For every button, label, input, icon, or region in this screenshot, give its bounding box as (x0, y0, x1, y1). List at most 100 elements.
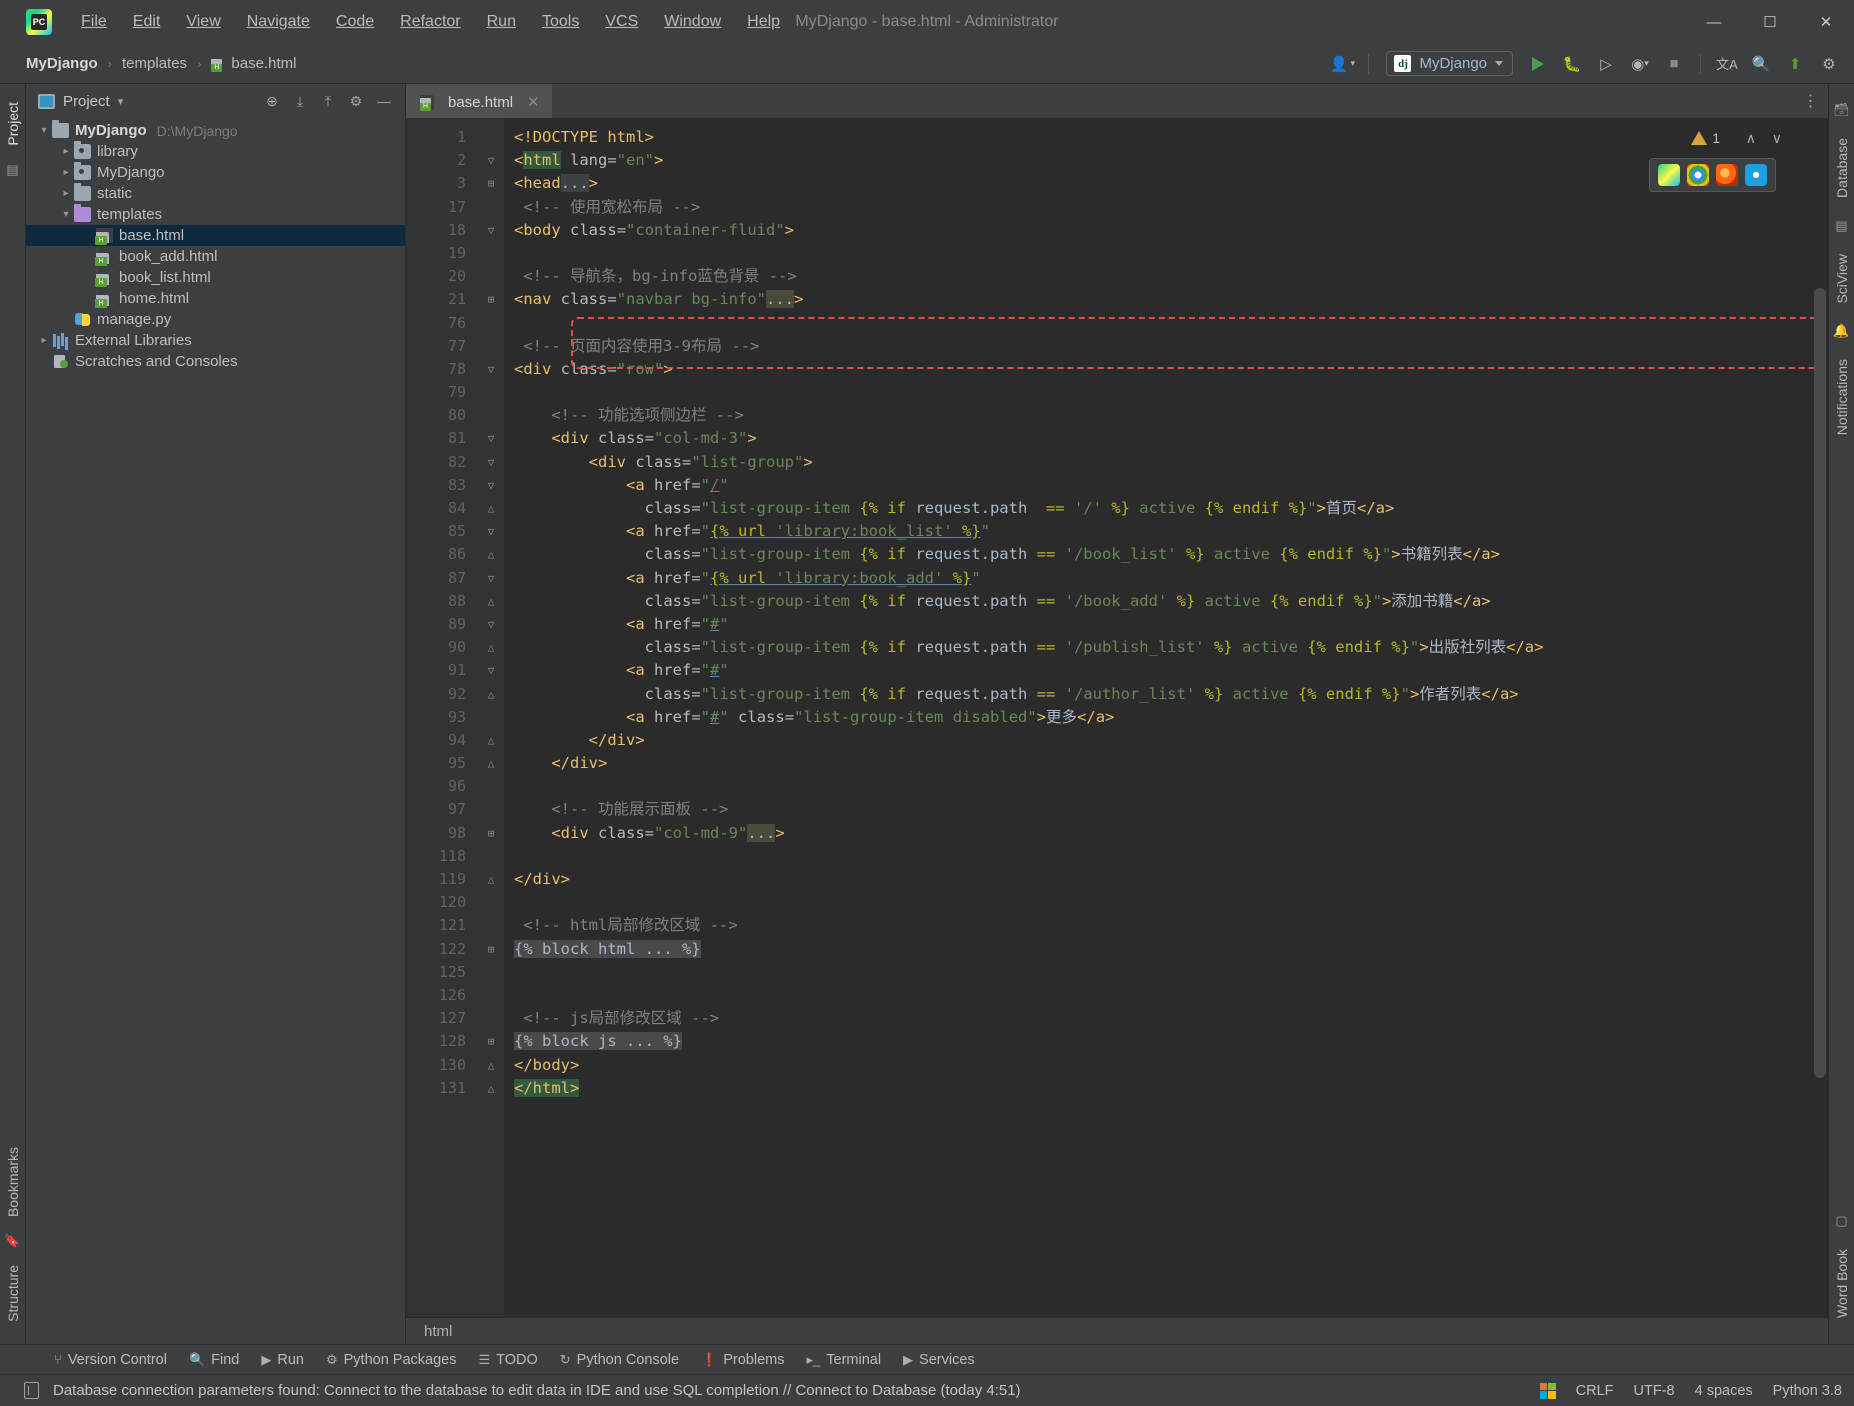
fold-toggle-icon[interactable]: ⊞ (478, 822, 504, 845)
editor-tabs-menu-icon[interactable]: ⋮ (1794, 84, 1828, 118)
code-line[interactable] (504, 845, 1828, 868)
breadcrumb-project[interactable]: MyDjango (22, 53, 102, 74)
menu-bar[interactable]: File Edit View Navigate Code Refactor Ru… (68, 9, 793, 35)
tool-tab-database[interactable]: Database (1830, 130, 1854, 206)
chevron-closed-icon[interactable] (58, 146, 74, 157)
tree-item-mydjango[interactable]: MyDjango D:\MyDjango (26, 120, 405, 141)
menu-file[interactable]: File (68, 9, 120, 35)
code-line[interactable]: <div class="row"> (504, 358, 1828, 381)
collapse-all-icon[interactable]: ⤒ (315, 89, 341, 113)
firefox-icon[interactable] (1716, 164, 1738, 186)
fold-toggle-icon[interactable]: ⊞ (478, 938, 504, 961)
code-line[interactable]: <a href="{% url 'library:book_add' %}" (504, 567, 1828, 590)
code-line[interactable]: <!-- 页面内容使用3-9布局 --> (504, 335, 1828, 358)
code-line[interactable]: <a href="/" (504, 474, 1828, 497)
code-line[interactable] (504, 961, 1828, 984)
tool-window-problems[interactable]: ❗ Problems (693, 1349, 792, 1371)
tool-window-find[interactable]: 🔍 Find (181, 1349, 247, 1371)
fold-toggle-icon[interactable]: ▽ (478, 219, 504, 242)
encoding-status[interactable]: UTF-8 (1634, 1383, 1675, 1399)
code-line[interactable]: {% block html ... %} (504, 938, 1828, 961)
code-line[interactable]: class="list-group-item {% if request.pat… (504, 683, 1828, 706)
coverage-button[interactable]: ▷ (1591, 50, 1621, 78)
code-line[interactable]: class="list-group-item {% if request.pat… (504, 636, 1828, 659)
updates-icon[interactable]: ⬆ (1780, 50, 1810, 78)
tool-tab-notifications[interactable]: Notifications (1830, 351, 1854, 443)
translate-icon[interactable]: 文A (1712, 50, 1742, 78)
code-line[interactable]: </html> (504, 1077, 1828, 1100)
menu-window[interactable]: Window (651, 9, 734, 35)
database-icon[interactable]: 🗃 (1833, 102, 1850, 118)
menu-run[interactable]: Run (474, 9, 529, 35)
tool-window-version-control[interactable]: ⑂ Version Control (46, 1349, 175, 1371)
code-line[interactable]: <nav class="navbar bg-info"...> (504, 288, 1828, 311)
fold-toggle-icon[interactable]: △ (478, 729, 504, 752)
code-line[interactable]: <body class="container-fluid"> (504, 219, 1828, 242)
code-line[interactable]: <!-- 使用宽松布局 --> (504, 196, 1828, 219)
tool-tab-sciview[interactable]: SciView (1830, 246, 1854, 312)
menu-help[interactable]: Help (734, 9, 793, 35)
menu-edit[interactable]: Edit (120, 9, 174, 35)
indent-status[interactable]: 4 spaces (1695, 1383, 1753, 1399)
run-configuration-selector[interactable]: dj MyDjango (1386, 51, 1513, 76)
code-line[interactable]: <div class="col-md-9"...> (504, 822, 1828, 845)
breadcrumb-file[interactable]: base.html (207, 53, 300, 74)
project-settings-icon[interactable]: ⚙ (343, 89, 369, 113)
fold-toggle-icon[interactable]: △ (478, 868, 504, 891)
browser-launcher-bar[interactable] (1649, 158, 1776, 192)
tree-item-library[interactable]: library (26, 141, 405, 162)
code-editor[interactable]: 1 2 3 17 18 19 20 21 76 77 78 79 80 81 82 83 84 85 86 87 88 8… (406, 118, 1828, 1317)
fold-toggle-icon[interactable]: ▽ (478, 613, 504, 636)
code-line[interactable]: </div> (504, 729, 1828, 752)
interpreter-status[interactable]: Python 3.8 (1773, 1383, 1842, 1399)
tree-item-home-html[interactable]: home.html (26, 288, 405, 309)
menu-navigate[interactable]: Navigate (234, 9, 323, 35)
fold-toggle-icon[interactable]: △ (478, 543, 504, 566)
code-line[interactable]: <a href="#" class="list-group-item disab… (504, 706, 1828, 729)
tool-tab-wordbook[interactable]: Word Book (1830, 1241, 1854, 1326)
close-icon[interactable]: ✕ (527, 93, 540, 111)
gear-icon[interactable]: ⚙ (1814, 50, 1844, 78)
code-line[interactable]: {% block js ... %} (504, 1030, 1828, 1053)
code-line[interactable] (504, 984, 1828, 1007)
code-line[interactable] (504, 381, 1828, 404)
wordbook-icon[interactable]: ▢ (1835, 1213, 1847, 1229)
prev-problem-icon[interactable]: ∧ (1746, 130, 1756, 147)
code-line[interactable]: class="list-group-item {% if request.pat… (504, 543, 1828, 566)
fold-toggle-icon[interactable]: △ (478, 636, 504, 659)
fold-toggle-icon[interactable]: ⊞ (478, 1030, 504, 1053)
editor-scrollbar[interactable] (1814, 288, 1826, 1078)
bookmark-icon[interactable]: 🔖 (4, 1233, 20, 1249)
code-line[interactable]: class="list-group-item {% if request.pat… (504, 497, 1828, 520)
tree-item-scratches-and-consoles[interactable]: Scratches and Consoles (26, 351, 405, 372)
user-icon[interactable]: 👤 ▾ (1327, 50, 1357, 78)
project-tree[interactable]: MyDjango D:\MyDjango library MyDjango static… (26, 118, 405, 1344)
pycharm-preview-icon[interactable] (1658, 164, 1680, 186)
code-line[interactable] (504, 775, 1828, 798)
fold-toggle-icon[interactable]: △ (478, 590, 504, 613)
code-line[interactable] (504, 312, 1828, 335)
tree-item-book-list-html[interactable]: book_list.html (26, 267, 405, 288)
tool-tab-bookmarks[interactable]: Bookmarks (1, 1139, 25, 1225)
notifications-icon[interactable]: 🔔 (1833, 323, 1849, 339)
fold-toggle-icon[interactable]: △ (478, 752, 504, 775)
code-line[interactable]: <!-- html局部修改区域 --> (504, 914, 1828, 937)
code-line[interactable]: <a href="#" (504, 613, 1828, 636)
code-line[interactable]: <div class="list-group"> (504, 451, 1828, 474)
code-line[interactable]: <head...> (504, 172, 1828, 195)
code-line[interactable]: class="list-group-item {% if request.pat… (504, 590, 1828, 613)
debug-button[interactable]: 🐛 (1557, 50, 1587, 78)
tree-item-base-html[interactable]: base.html (26, 225, 405, 246)
close-button[interactable]: ✕ (1798, 0, 1854, 44)
chevron-open-icon[interactable] (58, 209, 74, 220)
menu-refactor[interactable]: Refactor (387, 9, 473, 35)
fold-toggle-icon[interactable]: ▽ (478, 149, 504, 172)
fold-toggle-icon[interactable]: ⊞ (478, 172, 504, 195)
tool-window-terminal[interactable]: ▸_ Terminal (798, 1349, 889, 1371)
inspection-warning-badge[interactable]: 1 (1691, 130, 1720, 146)
tree-item-static[interactable]: static (26, 183, 405, 204)
fold-toggle-icon[interactable]: ▽ (478, 520, 504, 543)
fold-toggle-icon[interactable]: ⊞ (478, 288, 504, 311)
maximize-button[interactable]: ☐ (1742, 0, 1798, 44)
hide-panel-icon[interactable]: — (371, 89, 397, 113)
